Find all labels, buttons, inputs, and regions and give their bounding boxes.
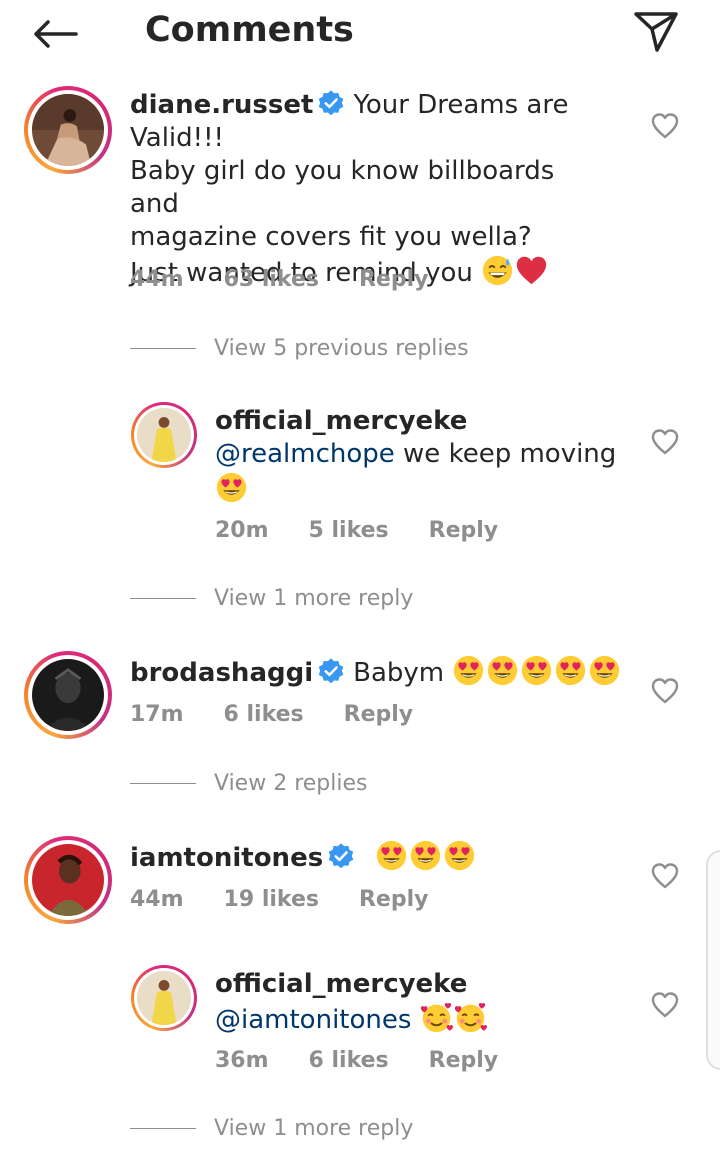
- verified-badge-icon: [317, 657, 345, 685]
- smiling-hearts-emoji-icon: [454, 1001, 487, 1034]
- comment-likes[interactable]: 6 likes: [224, 702, 304, 727]
- paper-plane-icon: [634, 12, 678, 52]
- view-replies-button[interactable]: View 1 more reply: [130, 1116, 413, 1141]
- comment-body: Your Dreams are: [353, 90, 569, 120]
- avatar[interactable]: [131, 402, 197, 468]
- comment-likes[interactable]: 6 likes: [309, 1048, 389, 1073]
- comment-time: 20m: [215, 518, 269, 543]
- reply-button[interactable]: Reply: [359, 267, 429, 292]
- like-heart-icon[interactable]: [650, 111, 680, 141]
- reply-button[interactable]: Reply: [344, 702, 414, 727]
- like-heart-icon[interactable]: [650, 990, 680, 1020]
- comment-meta: 36m 6 likes Reply: [215, 1048, 538, 1073]
- comment-time: 44m: [130, 887, 184, 912]
- mention-link[interactable]: @realmchope: [215, 439, 395, 469]
- comment-body-line: magazine covers fit you wella?: [130, 222, 532, 252]
- comment-text: diane.russet Your Dreams are Valid!!! Bab…: [130, 89, 610, 290]
- comment-text: brodashaggi Babym: [130, 654, 630, 690]
- comment-time: 36m: [215, 1048, 269, 1073]
- reply-button[interactable]: Reply: [359, 887, 429, 912]
- comment-username[interactable]: diane.russet: [130, 90, 313, 120]
- heart-eyes-emoji-icon: [215, 471, 248, 504]
- comment-meta: 17m 6 likes Reply: [130, 702, 453, 727]
- back-button[interactable]: [30, 12, 80, 56]
- avatar[interactable]: [131, 965, 197, 1031]
- heart-eyes-emoji-icon: [443, 839, 476, 872]
- grinning-sweat-emoji-icon: [481, 254, 514, 287]
- divider-line: [130, 598, 196, 599]
- comment-meta: 44m 63 likes Reply: [130, 267, 468, 292]
- heart-eyes-emoji-icon: [409, 839, 442, 872]
- heart-eyes-emoji-icon: [520, 654, 553, 687]
- avatar[interactable]: [24, 651, 112, 739]
- comment-body: we keep moving: [403, 439, 617, 469]
- share-button[interactable]: [630, 8, 682, 56]
- view-replies-button[interactable]: View 1 more reply: [130, 586, 413, 611]
- heart-eyes-emoji-icon: [486, 654, 519, 687]
- like-heart-icon[interactable]: [650, 676, 680, 706]
- avatar[interactable]: [24, 86, 112, 174]
- smiling-hearts-emoji-icon: [420, 1001, 453, 1034]
- scrollbar-thumb[interactable]: [706, 850, 720, 1070]
- red-heart-emoji-icon: [515, 254, 548, 287]
- reply-button[interactable]: Reply: [429, 518, 499, 543]
- comment-text: official_mercyeke @realmchope we keep mo…: [215, 405, 635, 507]
- divider-line: [130, 783, 196, 784]
- arrow-left-icon: [34, 20, 78, 48]
- page-title: Comments: [145, 10, 354, 50]
- comment-body-line: Baby girl do you know billboards and: [130, 156, 555, 219]
- divider-line: [130, 348, 196, 349]
- comment-time: 44m: [130, 267, 184, 292]
- avatar-image: [32, 94, 104, 166]
- comment-likes[interactable]: 63 likes: [224, 267, 319, 292]
- like-heart-icon[interactable]: [650, 861, 680, 891]
- verified-badge-icon: [317, 89, 345, 117]
- comment-username[interactable]: iamtonitones: [130, 843, 323, 873]
- avatar-image: [137, 971, 191, 1025]
- view-replies-label: View 1 more reply: [214, 586, 414, 611]
- heart-eyes-emoji-icon: [554, 654, 587, 687]
- comment-meta: 20m 5 likes Reply: [215, 518, 538, 543]
- reply-button[interactable]: Reply: [429, 1048, 499, 1073]
- comment-username[interactable]: brodashaggi: [130, 658, 313, 688]
- avatar-image: [32, 659, 104, 731]
- comment-text: official_mercyeke @iamtonitones: [215, 968, 635, 1037]
- view-replies-label: View 2 replies: [214, 771, 368, 796]
- verified-badge-icon: [327, 842, 355, 870]
- comment-likes[interactable]: 19 likes: [224, 887, 319, 912]
- header-bar: Comments: [0, 0, 720, 70]
- comment-meta: 44m 19 likes Reply: [130, 887, 468, 912]
- avatar-image: [137, 408, 191, 462]
- view-replies-label: View 5 previous replies: [214, 336, 469, 361]
- heart-eyes-emoji-icon: [588, 654, 621, 687]
- like-heart-icon[interactable]: [650, 427, 680, 457]
- mention-link[interactable]: @iamtonitones: [215, 1005, 411, 1035]
- comment-likes[interactable]: 5 likes: [309, 518, 389, 543]
- comment-body-line: Valid!!!: [130, 123, 224, 153]
- heart-eyes-emoji-icon: [452, 654, 485, 687]
- comment-username[interactable]: official_mercyeke: [215, 406, 467, 436]
- view-replies-button[interactable]: View 2 replies: [130, 771, 367, 796]
- avatar[interactable]: [24, 836, 112, 924]
- comment-username[interactable]: official_mercyeke: [215, 969, 467, 999]
- comment-body: Babym: [353, 658, 445, 688]
- comment-text: iamtonitones: [130, 839, 630, 875]
- divider-line: [130, 1128, 196, 1129]
- avatar-image: [32, 844, 104, 916]
- view-replies-label: View 1 more reply: [214, 1116, 414, 1141]
- heart-eyes-emoji-icon: [375, 839, 408, 872]
- view-replies-button[interactable]: View 5 previous replies: [130, 336, 469, 361]
- comment-time: 17m: [130, 702, 184, 727]
